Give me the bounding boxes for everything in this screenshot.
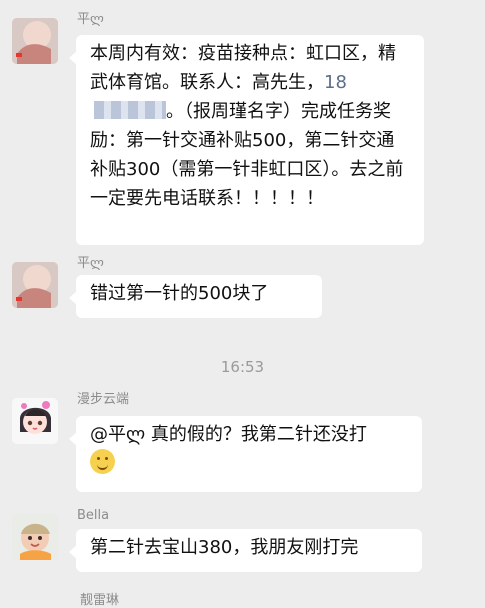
message-bubble[interactable]: 错过第一针的500块了 [69,275,322,318]
partial-sender-name: 靓雷琳 [80,593,120,608]
sender-name: 平ლ [77,256,104,271]
chat-conversation: 平ლ 本周内有效：疫苗接种点：虹口区，精武体育馆。联系人：高先生，18。（报周瑾… [0,0,485,608]
child-avatar-icon [12,514,58,560]
message-text: 第二针去宝山380，我朋友刚打完 [90,537,359,558]
sender-name: Bella [77,508,110,523]
message-bubble[interactable]: 本周内有效：疫苗接种点：虹口区，精武体育馆。联系人：高先生，18。（报周瑾名字）… [69,35,424,245]
message-row: 平ლ 错过第一针的500块了 [12,256,473,322]
message-text: 错过第一针的500块了 [90,283,269,304]
avatar[interactable] [12,18,58,64]
phone-redaction [94,101,166,119]
message-row: Bella 第二针去宝山380，我朋友刚打完 [12,508,473,584]
message-text: 本周内有效：疫苗接种点：虹口区，精武体育馆。联系人：高先生， [90,43,396,93]
sender-name: 平ლ [77,12,104,27]
cartoon-girl-avatar-icon [12,398,58,444]
message-text: @平ლ 真的假的？我第二针还没打 [90,424,367,445]
timestamp: 16:53 [220,358,265,376]
message-bubble[interactable]: @平ლ 真的假的？我第二针还没打 [69,416,422,492]
phone-number[interactable]: 18 [324,72,347,93]
message-row: 平ლ 本周内有效：疫苗接种点：虹口区，精武体育馆。联系人：高先生，18。（报周瑾… [12,12,473,245]
avatar[interactable] [12,262,58,308]
message-bubble[interactable]: 第二针去宝山380，我朋友刚打完 [69,529,422,572]
message-row: 漫步云端 @平ლ 真的假的？我第二针还没打 [12,392,473,496]
thinking-face-icon [90,449,115,474]
sender-name: 漫步云端 [77,392,130,407]
avatar[interactable] [12,514,58,560]
avatar[interactable] [12,398,58,444]
avatar-photo-icon [12,18,58,64]
avatar-photo-icon [12,262,58,308]
